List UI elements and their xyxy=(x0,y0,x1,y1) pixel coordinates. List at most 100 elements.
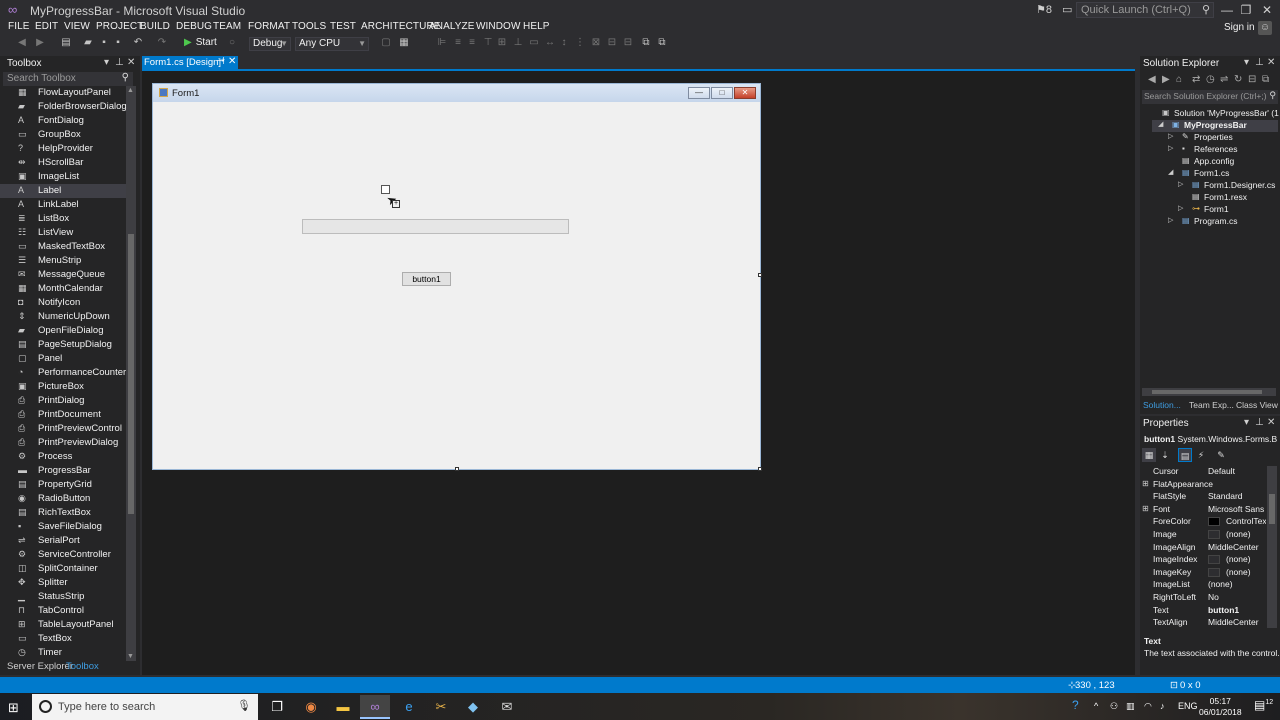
align-left-icon[interactable]: ⊫ xyxy=(436,37,448,49)
resize-handle-corner[interactable] xyxy=(758,467,762,471)
property-row[interactable]: TextAlign MiddleCenter xyxy=(1140,617,1267,630)
toolbox-item[interactable]: ⎙ PrintPreviewDialog xyxy=(0,436,126,450)
expand-arrow-icon[interactable]: ▷ xyxy=(1178,180,1183,188)
toolbox-item[interactable]: A FontDialog xyxy=(0,114,126,128)
edge-icon[interactable]: e xyxy=(394,695,424,719)
menu-test[interactable]: TEST xyxy=(330,21,356,32)
scroll-thumb[interactable] xyxy=(1152,390,1262,394)
tab-server-explorer[interactable]: Server Explorer xyxy=(7,661,73,672)
menu-debug[interactable]: DEBUG xyxy=(176,21,212,32)
toolbox-item[interactable]: ▣ PictureBox xyxy=(0,380,126,394)
menu-file[interactable]: FILE xyxy=(8,21,30,32)
panel-menu-icon[interactable]: ▾ xyxy=(104,57,109,68)
menu-help[interactable]: HELP xyxy=(523,21,550,32)
menu-build[interactable]: BUILD xyxy=(140,21,170,32)
forward-icon[interactable]: ▶ xyxy=(1162,74,1170,85)
expand-arrow-icon[interactable]: ▷ xyxy=(1168,216,1173,224)
property-row[interactable]: ImageList (none) xyxy=(1140,579,1267,592)
toolbox-item[interactable]: ⚙ Process xyxy=(0,450,126,464)
resize-handle-bottom[interactable] xyxy=(455,467,459,471)
wifi-icon[interactable]: ◠ xyxy=(1144,701,1152,712)
toolbox-item[interactable]: ▦ MonthCalendar xyxy=(0,282,126,296)
quick-launch-input[interactable]: Quick Launch (Ctrl+Q) ⚲ xyxy=(1076,2,1214,18)
chrome-icon[interactable]: ◉ xyxy=(296,695,326,719)
file-explorer-icon[interactable]: ▬ xyxy=(328,695,358,719)
toolbox-item[interactable]: ▁ StatusStrip xyxy=(0,590,126,604)
find-icon[interactable]: ▢ xyxy=(380,37,392,49)
toolbox-item[interactable]: ✉ MessageQueue xyxy=(0,268,126,282)
solution-search-input[interactable]: Search Solution Explorer (Ctrl+;) ⚲ xyxy=(1142,90,1278,104)
pin-icon[interactable]: ⊣ xyxy=(216,56,225,67)
open-file-icon[interactable]: ▰ xyxy=(82,37,94,49)
center-v-icon[interactable]: ⊟ xyxy=(622,37,634,49)
toolbox-item[interactable]: A LinkLabel xyxy=(0,198,126,212)
property-row[interactable]: Cursor Default xyxy=(1140,466,1267,479)
start-debugging-button[interactable]: ▶ Start xyxy=(184,37,217,48)
scroll-thumb[interactable] xyxy=(1269,494,1275,524)
solution-platform-select[interactable]: Any CPU ▼ xyxy=(295,37,369,51)
save-all-icon[interactable]: ▪ xyxy=(112,37,124,49)
toolbox-item[interactable]: ☷ ListView xyxy=(0,226,126,240)
property-value[interactable]: (none) xyxy=(1208,579,1266,589)
scroll-up-icon[interactable]: ▲ xyxy=(127,87,134,94)
sync-icon[interactable]: ⇌ xyxy=(1220,74,1228,85)
toolbox-search-input[interactable]: Search Toolbox ⚲ xyxy=(3,72,133,86)
toolbox-item[interactable]: A Label xyxy=(0,184,126,198)
property-row[interactable]: ForeColor ControlText xyxy=(1140,516,1267,529)
pending-changes-icon[interactable]: ◷ xyxy=(1206,74,1215,85)
restore-icon[interactable]: ❐ xyxy=(1237,2,1255,18)
taskbar-clock[interactable]: 05:17 06/01/2018 xyxy=(1199,696,1242,718)
save-icon[interactable]: ▪ xyxy=(98,37,110,49)
events-lightning-icon[interactable]: ⚡ xyxy=(1194,448,1208,462)
property-row[interactable]: Image (none) xyxy=(1140,529,1267,542)
action-center-icon[interactable]: ▤12 xyxy=(1254,698,1273,712)
toolbox-item[interactable]: ? HelpProvider xyxy=(0,142,126,156)
form-client-area[interactable]: button1 ➤ + xyxy=(156,103,757,467)
categorized-icon[interactable]: ▦ xyxy=(1142,448,1156,462)
scroll-thumb[interactable] xyxy=(128,234,134,514)
close-icon[interactable]: ✕ xyxy=(127,57,135,68)
toolbox-item[interactable]: ✥ Splitter xyxy=(0,576,126,590)
spacing-icon[interactable]: ⋮ xyxy=(574,37,586,49)
toolbox-item[interactable]: ☰ MenuStrip xyxy=(0,254,126,268)
show-all-files-icon[interactable]: ⧉ xyxy=(1262,74,1269,85)
solution-configuration-select[interactable]: Debug ▼ xyxy=(249,37,291,51)
app-icon[interactable]: ◆ xyxy=(458,695,488,719)
toolbox-item[interactable]: ◷ Timer xyxy=(0,646,126,660)
toolbox-item[interactable]: ▭ TextBox xyxy=(0,632,126,646)
attach-icon[interactable]: ○ xyxy=(226,37,238,49)
toolbox-item[interactable]: ◘ NotifyIcon xyxy=(0,296,126,310)
toolbox-item[interactable]: ⚙ ServiceController xyxy=(0,548,126,562)
taskbar-search-input[interactable]: Type here to search 🎙 xyxy=(32,694,258,720)
sign-in-link[interactable]: Sign in xyxy=(1224,22,1255,33)
home-icon[interactable]: ⌂ xyxy=(1176,74,1182,85)
people-icon[interactable]: ⚇ xyxy=(1110,701,1118,712)
center-h-icon[interactable]: ⊟ xyxy=(606,37,618,49)
tab-toolbox[interactable]: Toolbox xyxy=(66,661,99,672)
tab-team-explorer[interactable]: Team Exp... xyxy=(1189,400,1234,410)
panel-menu-icon[interactable]: ▾ xyxy=(1244,417,1249,428)
toolbox-item[interactable]: ⎙ PrintDocument xyxy=(0,408,126,422)
winform-form1[interactable]: Form1 — □ ✕ button1 ➤ + xyxy=(152,83,762,471)
grid-icon[interactable]: ⊠ xyxy=(590,37,602,49)
toolbox-item[interactable]: ⊞ TableLayoutPanel xyxy=(0,618,126,632)
property-pages-icon[interactable]: ✎ xyxy=(1214,448,1228,462)
property-value[interactable]: ControlText xyxy=(1226,516,1266,526)
property-value[interactable]: Standard xyxy=(1208,491,1266,501)
windows-start-icon[interactable]: ⊞ xyxy=(8,700,19,716)
menu-format[interactable]: FORMAT xyxy=(248,21,290,32)
toolbox-item[interactable]: ▤ PropertyGrid xyxy=(0,478,126,492)
progress-bar-control[interactable] xyxy=(302,219,569,234)
same-width-icon[interactable]: ↔ xyxy=(544,37,556,49)
button1-control[interactable]: button1 xyxy=(402,272,451,286)
properties-scrollbar[interactable] xyxy=(1267,466,1277,628)
align-center-icon[interactable]: ≡ xyxy=(452,37,464,49)
expand-property-icon[interactable]: ⊞ xyxy=(1142,479,1149,488)
tab-class-view[interactable]: Class View xyxy=(1236,400,1278,410)
toolbox-item[interactable]: ▭ GroupBox xyxy=(0,128,126,142)
back-icon[interactable]: ◀ xyxy=(16,37,28,49)
collapse-arrow-icon[interactable]: ◢ xyxy=(1168,168,1173,176)
show-hidden-icons-icon[interactable]: ^ xyxy=(1094,701,1098,711)
toolbox-item[interactable]: ⎙ PrintPreviewControl xyxy=(0,422,126,436)
bring-front-icon[interactable]: ⧉ xyxy=(640,37,652,49)
